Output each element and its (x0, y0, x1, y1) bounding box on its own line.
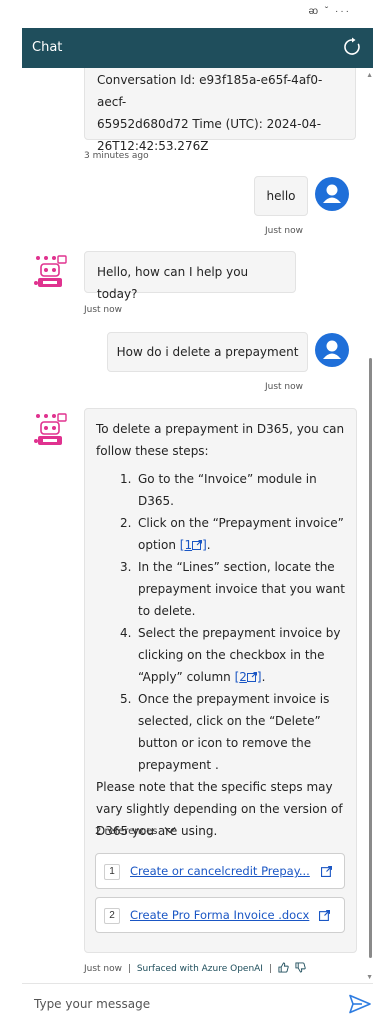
step-text: In the “Lines” section, locate the (138, 560, 335, 574)
step-text: Once the prepayment invoice is (138, 692, 330, 706)
references-toggle-label: 2 references (95, 826, 158, 837)
user-avatar-icon (315, 177, 349, 211)
step-item: 4. Select the prepayment invoice by click… (120, 622, 345, 688)
citation-link[interactable]: 2 (239, 670, 247, 684)
message-timestamp: Just now (84, 305, 123, 315)
step-text: to delete. (138, 604, 196, 618)
conversation-info-line: Conversation Id: e93f185a-e65f-4af0-aecf… (97, 73, 323, 109)
step-text: Click on the “Prepayment invoice” (138, 516, 344, 530)
reference-number: 2 (104, 908, 120, 924)
message-input[interactable]: Type your message (34, 997, 150, 1011)
send-icon[interactable] (349, 994, 371, 1014)
references-toggle[interactable]: 2 references (95, 826, 176, 837)
step-number: 3. (120, 560, 132, 574)
step-item: 5. Once the prepayment invoice is selecte… (120, 688, 345, 776)
bot-message-bubble: Hello, how can I help you today? (84, 251, 296, 301)
thumbs-up-icon[interactable] (278, 962, 289, 973)
step-item: 2. Click on the “Prepayment invoice” opti… (120, 512, 345, 556)
step-number: 2. (120, 516, 132, 530)
step-text: “Apply” column (138, 670, 235, 684)
step-text: D365. (138, 494, 174, 508)
external-link-icon[interactable] (192, 540, 203, 550)
chat-header: Chat (22, 28, 373, 68)
step-text: prepayment . (138, 758, 219, 772)
chat-transcript[interactable]: Conversation Id: e93f185a-e65f-4af0-aecf… (22, 68, 373, 983)
step-text: selected, click on the “Delete” (138, 714, 321, 728)
conversation-info-bubble: Conversation Id: e93f185a-e65f-4af0-aecf… (84, 68, 356, 153)
answer-intro: To delete a prepayment in D365, you can (96, 422, 345, 436)
answer-note: vary slightly depending on the version o… (96, 802, 343, 816)
user-message-text: hello (266, 189, 296, 203)
external-link-icon[interactable] (319, 910, 330, 921)
reference-card[interactable]: 1 Create or cancelcredit Prepay... (95, 853, 345, 889)
chat-scrollbar[interactable]: ▲ ▼ (366, 68, 373, 983)
message-input-area: Type your message (22, 983, 373, 1023)
scroll-down-icon[interactable]: ▼ (366, 974, 373, 981)
step-item: 3. In the “Lines” section, locate the pre… (120, 556, 345, 622)
user-message-bubble: How do i delete a prepayment (107, 332, 308, 372)
steps-list: 1. Go to the “Invoice” module in D365. 2.… (120, 468, 345, 776)
external-link-icon[interactable] (246, 672, 257, 682)
step-text: Go to the “Invoice” module in (138, 472, 317, 486)
conversation-info-line: 65952d680d72 Time (UTC): 2024-04- (97, 117, 322, 131)
citation-link[interactable]: 1 (184, 538, 192, 552)
step-number: 1. (120, 472, 132, 486)
bot-avatar-icon (34, 255, 67, 287)
reference-number: 1 (104, 864, 120, 880)
step-text: button or icon to remove the (138, 736, 312, 750)
chevron-down-icon (164, 827, 176, 834)
message-timestamp: Just now (265, 226, 304, 236)
message-footer: Just now | Surfaced with Azure OpenAI | (84, 962, 306, 974)
message-timestamp: Just now (265, 382, 304, 392)
reference-link[interactable]: Create or cancelcredit Prepay... (130, 864, 310, 878)
reference-card[interactable]: 2 Create Pro Forma Invoice .docx (95, 897, 345, 933)
step-text: option (138, 538, 180, 552)
answer-intro: follow these steps: (96, 444, 209, 458)
chat-title: Chat (32, 40, 63, 55)
user-message-bubble: hello (254, 176, 308, 216)
step-text: Select the prepayment invoice by (138, 626, 341, 640)
scrollbar-thumb[interactable] (369, 358, 372, 958)
footer-separator: | (268, 964, 272, 974)
user-message-text: How do i delete a prepayment (116, 345, 299, 359)
answer-note: Please note that the specific steps may (96, 780, 333, 794)
step-number: 4. (120, 626, 132, 640)
source-label: Surfaced with Azure OpenAI (136, 964, 263, 974)
scroll-up-icon[interactable]: ▲ (366, 72, 373, 79)
message-timestamp: Just now (84, 964, 123, 974)
reference-link[interactable]: Create Pro Forma Invoice .docx (130, 908, 309, 922)
footer-separator: | (127, 964, 131, 974)
message-timestamp: 3 minutes ago (84, 151, 149, 161)
thumbs-down-icon[interactable] (295, 962, 306, 973)
window-top-strip: ᴔ ˇ ··· (0, 0, 373, 28)
step-text: clicking on the checkbox in the (138, 648, 325, 662)
user-avatar-icon (315, 333, 349, 367)
bot-avatar-icon (34, 413, 67, 445)
window-controls[interactable]: ᴔ ˇ ··· (309, 6, 351, 17)
external-link-icon[interactable] (321, 866, 332, 877)
step-number: 5. (120, 692, 132, 706)
bot-message-text: Hello, how can I help you today? (97, 265, 249, 301)
step-text: prepayment invoice that you want (138, 582, 345, 596)
refresh-icon[interactable] (341, 36, 363, 58)
step-item: 1. Go to the “Invoice” module in D365. (120, 468, 345, 512)
